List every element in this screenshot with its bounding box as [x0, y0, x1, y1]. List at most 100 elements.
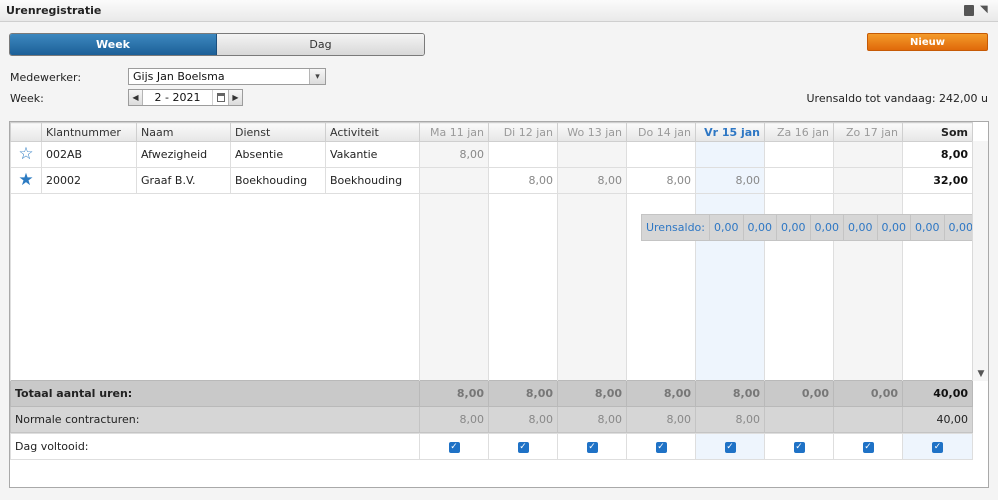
day-completed-row: Dag voltooid: ✓ ✓ ✓ ✓ ✓ ✓ ✓ ✓: [10, 433, 973, 460]
calendar-icon[interactable]: [212, 90, 228, 105]
day-completed-label: Dag voltooid:: [10, 433, 420, 460]
cell-activiteit[interactable]: Vakantie: [325, 141, 420, 168]
contract-fri: 8,00: [695, 406, 765, 433]
contract-thu: 8,00: [626, 406, 696, 433]
view-tabs: Week Dag: [9, 33, 425, 56]
day-completed-checkbox-fri[interactable]: ✓: [724, 441, 736, 453]
day-completed-checkbox-tue[interactable]: ✓: [517, 441, 529, 453]
balance-thu: 0,00: [809, 214, 844, 241]
balance-row: Urensaldo: 0,00 0,00 0,00 0,00 0,00 0,00…: [640, 214, 978, 241]
cell-hours-thu[interactable]: 8,00: [626, 167, 696, 194]
contract-sat: [764, 406, 834, 433]
window-title: Urenregistratie: [6, 4, 102, 17]
column-dienst[interactable]: Dienst: [230, 122, 326, 142]
total-fri: 8,00: [695, 380, 765, 407]
total-sun: 0,00: [833, 380, 903, 407]
column-klantnummer[interactable]: Klantnummer: [41, 122, 137, 142]
contract-som: 40,00: [902, 406, 973, 433]
cell-hours-sun[interactable]: [833, 141, 903, 168]
cell-naam[interactable]: Afwezigheid: [136, 141, 231, 168]
star-column-header: [10, 122, 42, 142]
title-bar: Urenregistratie ◥: [0, 0, 998, 22]
balance-sat: 0,00: [876, 214, 911, 241]
next-week-icon[interactable]: ▶: [228, 90, 242, 105]
week-label: Week:: [10, 92, 44, 105]
star-outline-icon[interactable]: ☆: [18, 144, 33, 164]
cell-som: 32,00: [902, 167, 973, 194]
cell-hours-fri[interactable]: 8,00: [695, 167, 765, 194]
star-filled-icon[interactable]: ★: [18, 170, 33, 190]
cell-hours-mon[interactable]: [419, 167, 489, 194]
week-value: 2 - 2021: [154, 91, 201, 104]
chevron-down-icon[interactable]: ▾: [309, 69, 325, 84]
total-thu: 8,00: [626, 380, 696, 407]
total-sat: 0,00: [764, 380, 834, 407]
cell-som: 8,00: [902, 141, 973, 168]
contract-label: Normale contracturen:: [10, 406, 420, 433]
cell-hours-wed[interactable]: 8,00: [557, 167, 627, 194]
total-mon: 8,00: [419, 380, 489, 407]
table-row[interactable]: ☆ 002AB Afwezigheid Absentie Vakantie 8,…: [10, 141, 973, 168]
table-row[interactable]: ★ 20002 Graaf B.V. Boekhouding Boekhoudi…: [10, 167, 973, 194]
scroll-down-icon[interactable]: ▼: [973, 369, 988, 379]
week-completed-checkbox[interactable]: ✓: [932, 441, 943, 453]
contract-hours-row: Normale contracturen: 8,00 8,00 8,00 8,0…: [10, 406, 973, 433]
column-naam[interactable]: Naam: [136, 122, 231, 142]
column-day-thu: Do 14 jan: [626, 122, 696, 142]
cell-dienst[interactable]: Absentie: [230, 141, 326, 168]
day-completed-checkbox-thu[interactable]: ✓: [655, 441, 667, 453]
balance-tue: 0,00: [742, 214, 777, 241]
tab-dag[interactable]: Dag: [217, 34, 424, 55]
balance-label: Urensaldo:: [640, 214, 711, 241]
week-stepper: ◀ 2 - 2021 ▶: [128, 89, 243, 106]
cell-hours-mon[interactable]: 8,00: [419, 141, 489, 168]
window-menu-icon[interactable]: [964, 5, 974, 16]
previous-week-icon[interactable]: ◀: [129, 90, 143, 105]
cell-klantnummer[interactable]: 002AB: [41, 141, 137, 168]
tab-week[interactable]: Week: [10, 34, 217, 55]
header-row: Klantnummer Naam Dienst Activiteit Ma 11…: [10, 122, 973, 142]
day-completed-checkbox-sat[interactable]: ✓: [793, 441, 805, 453]
balance-mon: 0,00: [709, 214, 744, 241]
balance-sun: 0,00: [910, 214, 945, 241]
contract-wed: 8,00: [557, 406, 627, 433]
cell-hours-sat[interactable]: [764, 167, 834, 194]
vertical-scrollbar[interactable]: ▼: [972, 141, 988, 381]
totals-label: Totaal aantal uren:: [10, 380, 420, 407]
contract-tue: 8,00: [488, 406, 558, 433]
cell-hours-sun[interactable]: [833, 167, 903, 194]
day-completed-checkbox-mon[interactable]: ✓: [448, 441, 460, 453]
total-tue: 8,00: [488, 380, 558, 407]
contract-sun: [833, 406, 903, 433]
totals-row: Totaal aantal uren: 8,00 8,00 8,00 8,00 …: [10, 380, 973, 407]
cell-hours-wed[interactable]: [557, 141, 627, 168]
employee-value: Gijs Jan Boelsma: [133, 70, 225, 83]
total-som: 40,00: [902, 380, 973, 407]
cell-activiteit[interactable]: Boekhouding: [325, 167, 420, 194]
day-completed-checkbox-wed[interactable]: ✓: [586, 441, 598, 453]
hours-table: Klantnummer Naam Dienst Activiteit Ma 11…: [10, 122, 978, 460]
employee-select[interactable]: Gijs Jan Boelsma ▾: [128, 68, 326, 85]
balance-fri: 0,00: [843, 214, 878, 241]
column-day-sun: Zo 17 jan: [833, 122, 903, 142]
collapse-arrow-icon[interactable]: ◥: [980, 4, 988, 16]
column-day-mon: Ma 11 jan: [419, 122, 489, 142]
total-wed: 8,00: [557, 380, 627, 407]
column-activiteit[interactable]: Activiteit: [325, 122, 420, 142]
cell-hours-tue[interactable]: [488, 141, 558, 168]
cell-hours-fri[interactable]: [695, 141, 765, 168]
column-day-wed: Wo 13 jan: [557, 122, 627, 142]
column-day-fri: Vr 15 jan: [695, 122, 765, 142]
cell-hours-sat[interactable]: [764, 141, 834, 168]
cell-klantnummer[interactable]: 20002: [41, 167, 137, 194]
contract-mon: 8,00: [419, 406, 489, 433]
day-completed-checkbox-sun[interactable]: ✓: [862, 441, 874, 453]
new-button[interactable]: Nieuw: [867, 33, 988, 51]
cell-hours-tue[interactable]: 8,00: [488, 167, 558, 194]
employee-label: Medewerker:: [10, 71, 82, 84]
cell-hours-thu[interactable]: [626, 141, 696, 168]
cell-dienst[interactable]: Boekhouding: [230, 167, 326, 194]
cell-naam[interactable]: Graaf B.V.: [136, 167, 231, 194]
column-day-tue: Di 12 jan: [488, 122, 558, 142]
balance-to-date: Urensaldo tot vandaag: 242,00 u: [806, 92, 989, 105]
